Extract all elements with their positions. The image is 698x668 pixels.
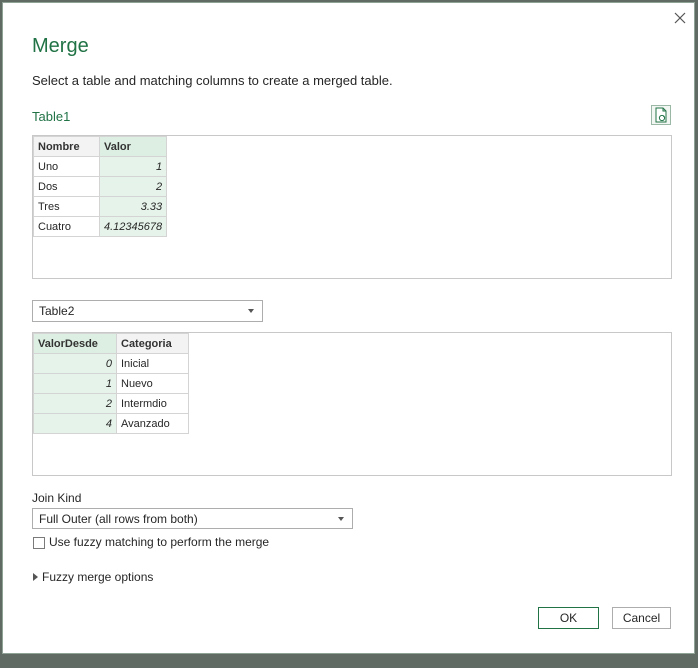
- column-header-categoria[interactable]: Categoria: [116, 333, 189, 354]
- refresh-preview-button[interactable]: [651, 105, 671, 125]
- dialog-description: Select a table and matching columns to c…: [32, 73, 393, 88]
- table-row: Dos 2: [33, 176, 168, 197]
- merge-dialog: Merge Select a table and matching column…: [2, 2, 695, 654]
- fuzzy-matching-label[interactable]: Use fuzzy matching to perform the merge: [49, 535, 269, 549]
- column-header-valordesde[interactable]: ValorDesde: [33, 333, 117, 354]
- table2-preview: ValorDesde Categoria 0 Inicial 1 Nuevo 2…: [32, 332, 672, 476]
- table-cell: Inicial: [116, 353, 189, 374]
- join-kind-label: Join Kind: [32, 491, 82, 505]
- table-cell: 4: [33, 413, 117, 434]
- fuzzy-merge-options-toggle[interactable]: Fuzzy merge options: [33, 570, 153, 584]
- chevron-down-icon: [248, 309, 254, 313]
- table-cell: 1: [98, 156, 168, 177]
- join-kind-select[interactable]: Full Outer (all rows from both): [32, 508, 353, 529]
- table1-grid: Nombre Valor Uno 1 Dos 2 Tres 3.33 Cuatr…: [33, 136, 168, 237]
- table-cell: Avanzado: [116, 413, 189, 434]
- table2-select[interactable]: Table2: [32, 300, 263, 322]
- table-row: Uno 1: [33, 156, 168, 177]
- expand-triangle-icon: [33, 573, 38, 581]
- table-row: 4 Avanzado: [33, 413, 189, 434]
- cancel-button[interactable]: Cancel: [612, 607, 671, 629]
- table1-label: Table1: [32, 109, 71, 124]
- table-row: Tres 3.33: [33, 196, 168, 217]
- table-cell: Nuevo: [116, 373, 189, 394]
- close-button[interactable]: [671, 9, 689, 27]
- fuzzy-merge-options-label: Fuzzy merge options: [42, 570, 154, 584]
- column-header-nombre[interactable]: Nombre: [33, 136, 100, 157]
- column-header-valor[interactable]: Valor: [98, 136, 168, 157]
- fuzzy-matching-checkbox[interactable]: [33, 537, 45, 549]
- ok-button[interactable]: OK: [538, 607, 599, 629]
- table-row: 1 Nuevo: [33, 373, 189, 394]
- table-cell: 1: [33, 373, 117, 394]
- join-kind-value: Full Outer (all rows from both): [39, 511, 198, 526]
- table-cell: 4.12345678: [98, 216, 168, 237]
- table2-select-value: Table2: [39, 304, 75, 318]
- table-cell: 3.33: [98, 196, 168, 217]
- refresh-preview-icon: [655, 107, 667, 123]
- table-cell: 2: [33, 393, 117, 414]
- table-cell: 2: [98, 176, 168, 197]
- table-cell: Cuatro: [33, 216, 100, 237]
- table-cell: Intermdio: [116, 393, 189, 414]
- table-cell: Tres: [33, 196, 100, 217]
- table-row: 0 Inicial: [33, 353, 189, 374]
- table-row: 2 Intermdio: [33, 393, 189, 414]
- close-icon: [674, 12, 686, 24]
- dialog-title: Merge: [32, 35, 89, 57]
- table-cell: 0: [33, 353, 117, 374]
- table-cell: Uno: [33, 156, 100, 177]
- table1-preview: Nombre Valor Uno 1 Dos 2 Tres 3.33 Cuatr…: [32, 135, 672, 279]
- table2-grid: ValorDesde Categoria 0 Inicial 1 Nuevo 2…: [33, 333, 189, 434]
- chevron-down-icon: [338, 516, 344, 521]
- table-row: Cuatro 4.12345678: [33, 216, 168, 237]
- table-cell: Dos: [33, 176, 100, 197]
